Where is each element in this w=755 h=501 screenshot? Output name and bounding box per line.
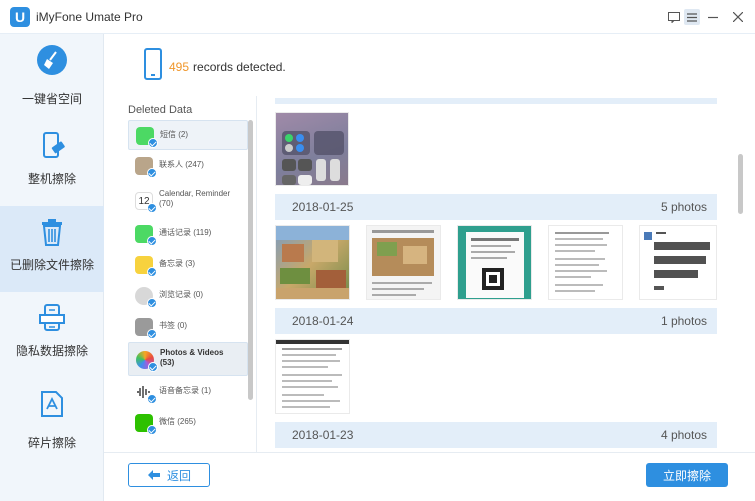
phone-device-icon [144, 48, 162, 80]
checkbox-checked-icon[interactable] [147, 298, 157, 308]
category-photos-videos[interactable]: Photos & Videos (53) [128, 342, 248, 376]
sidebar-item-label: 整机擦除 [27, 172, 76, 186]
footer: 返回 立即擦除 [104, 452, 755, 501]
sidebar-item-label: 一键省空间 [21, 92, 82, 106]
photo-thumbnail[interactable] [366, 225, 441, 300]
sidebar-item-label: 隐私数据擦除 [15, 344, 88, 358]
photo-scrollbar[interactable] [738, 154, 743, 214]
category-voice-memos[interactable]: 语音备忘录 (1) [128, 377, 248, 407]
photo-count: 5 photos [660, 200, 707, 214]
photo-grid: 2018-01-25 5 photos 2018-01-24 1 photos … [258, 96, 755, 452]
date-bar [275, 98, 717, 104]
sidebar: 一键省空间 整机擦除 已删除文件擦除 隐私数据擦除 碎片擦除 [0, 34, 104, 501]
photo-thumbnail[interactable] [275, 225, 350, 300]
back-button[interactable]: 返回 [128, 463, 210, 487]
back-arrow-icon [147, 470, 160, 480]
date-group-header[interactable]: 2018-01-23 4 photos [275, 422, 717, 448]
fragment-icon [41, 391, 63, 417]
phone-erase-icon [43, 132, 65, 158]
date-group-header[interactable]: 2018-01-25 5 photos [275, 194, 717, 220]
category-scrollbar[interactable] [248, 120, 253, 400]
erase-button-label: 立即擦除 [662, 468, 711, 483]
date-label: 2018-01-24 [292, 314, 354, 328]
checkbox-checked-icon[interactable] [147, 425, 157, 435]
category-call-history[interactable]: 通话记录 (119) [128, 219, 248, 249]
category-wechat[interactable]: 微信 (265) [128, 408, 248, 438]
checkbox-checked-icon[interactable] [147, 236, 157, 246]
app-logo: U [10, 7, 30, 27]
app-title: iMyFone Umate Pro [36, 10, 143, 24]
feedback-icon[interactable] [666, 9, 682, 25]
sidebar-item-erase-deleted[interactable]: 已删除文件擦除 [0, 206, 104, 292]
close-icon[interactable] [730, 9, 746, 25]
trash-icon [42, 219, 62, 246]
checkbox-checked-icon[interactable] [147, 267, 157, 277]
category-label: 通话记录 (119) [159, 228, 212, 237]
checkbox-checked-icon[interactable] [147, 394, 157, 404]
deleted-data-panel: Deleted Data 短信 (2) 联系人 (247) 12 Calenda… [104, 96, 257, 452]
category-calendar[interactable]: 12 Calendar, Reminder (70) [128, 184, 248, 218]
category-messages[interactable]: 短信 (2) [128, 120, 248, 150]
photo-thumbnail[interactable] [457, 225, 532, 300]
category-notes[interactable]: 备忘录 (3) [128, 250, 248, 280]
category-contacts[interactable]: 联系人 (247) [128, 151, 248, 181]
photo-thumbnail[interactable] [275, 339, 350, 414]
category-label: 浏览记录 (0) [159, 290, 203, 299]
checkbox-checked-icon[interactable] [147, 203, 157, 213]
photo-count: 1 photos [660, 314, 707, 328]
date-label: 2018-01-23 [292, 428, 354, 442]
date-group-header[interactable]: 2018-01-24 1 photos [275, 308, 717, 334]
checkbox-checked-icon[interactable] [148, 362, 158, 372]
sidebar-item-erase-device[interactable]: 整机擦除 [0, 120, 104, 206]
sidebar-item-free-space[interactable]: 一键省空间 [0, 34, 104, 120]
records-header: 495 records detected. [104, 34, 755, 96]
records-count: 495 [169, 60, 190, 74]
sidebar-item-label: 已删除文件擦除 [9, 258, 94, 272]
title-bar: U iMyFone Umate Pro [0, 0, 755, 34]
erase-now-button[interactable]: 立即擦除 [646, 463, 728, 487]
photo-thumbnail[interactable] [639, 225, 717, 300]
menu-icon[interactable] [684, 9, 700, 25]
category-label: 语音备忘录 (1) [159, 386, 211, 395]
records-detected: 495 records detected. [169, 60, 286, 74]
photo-thumbnail[interactable] [548, 225, 623, 300]
category-label: Photos & Videos (53) [160, 348, 224, 367]
category-bookmarks[interactable]: 书签 (0) [128, 312, 248, 342]
sidebar-item-erase-private[interactable]: 隐私数据擦除 [0, 292, 104, 378]
category-label: 微信 (265) [159, 417, 196, 426]
photo-thumbnail[interactable] [275, 112, 349, 186]
category-label: 联系人 (247) [159, 160, 204, 169]
date-label: 2018-01-25 [292, 200, 354, 214]
sidebar-item-erase-fragments[interactable]: 碎片擦除 [0, 378, 104, 464]
photo-count: 4 photos [660, 428, 707, 442]
category-label: 短信 (2) [160, 130, 188, 139]
category-browser-history[interactable]: 浏览记录 (0) [128, 281, 248, 311]
minimize-icon[interactable] [705, 9, 721, 25]
sidebar-item-label: 碎片擦除 [27, 436, 76, 450]
records-text: records detected. [193, 60, 286, 74]
category-label: Calendar, Reminder (70) [159, 189, 231, 208]
broom-icon [37, 45, 67, 75]
category-label: 备忘录 (3) [159, 259, 195, 268]
checkbox-checked-icon[interactable] [147, 168, 157, 178]
deleted-data-title: Deleted Data [128, 104, 193, 116]
checkbox-checked-icon[interactable] [147, 329, 157, 339]
back-button-label: 返回 [166, 468, 191, 483]
private-data-icon [39, 304, 65, 331]
checkbox-checked-icon[interactable] [148, 138, 158, 148]
category-label: 书签 (0) [159, 321, 187, 330]
